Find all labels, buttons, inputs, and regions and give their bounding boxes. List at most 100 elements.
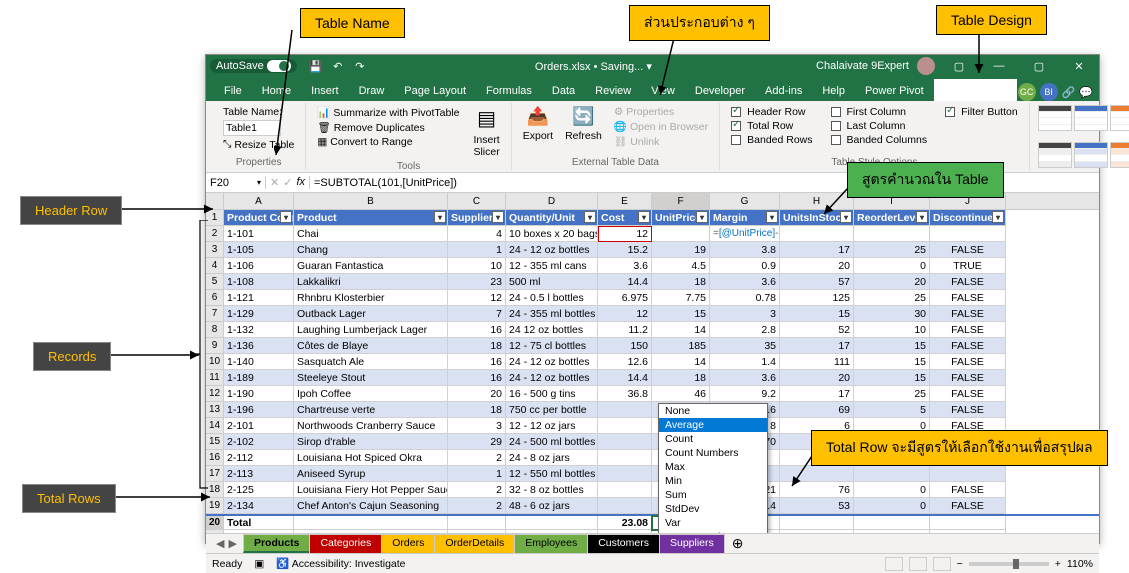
cell[interactable]: 2 [448, 498, 506, 514]
cell[interactable]: FALSE [930, 338, 1006, 354]
row-header[interactable]: 5 [206, 274, 224, 290]
cell[interactable]: 4.5 [652, 258, 710, 274]
cell[interactable]: 1-140 [224, 354, 294, 370]
table-header-cell[interactable]: Quantity/Unit▾ [506, 210, 598, 226]
cell[interactable] [506, 530, 598, 533]
cell[interactable]: FALSE [930, 402, 1006, 418]
chk-last-column[interactable]: Last Column [828, 119, 931, 133]
redo-icon[interactable]: ↷ [352, 58, 368, 74]
cell[interactable]: 20 [854, 274, 930, 290]
cell[interactable]: 3 [710, 306, 780, 322]
row-header[interactable]: 13 [206, 402, 224, 418]
tab-help[interactable]: Help [812, 81, 855, 101]
cell[interactable]: 14 [652, 354, 710, 370]
cell[interactable]: 18 [448, 338, 506, 354]
cell[interactable]: FALSE [930, 386, 1006, 402]
row-header[interactable]: 14 [206, 418, 224, 434]
aggregate-option[interactable]: Sum [659, 488, 767, 502]
row-header[interactable]: 6 [206, 290, 224, 306]
cell[interactable]: Northwoods Cranberry Sauce [294, 418, 448, 434]
aggregate-option[interactable]: Max [659, 460, 767, 474]
autosave-toggle[interactable]: AutoSave [210, 59, 297, 73]
cell[interactable]: 1-196 [224, 402, 294, 418]
cell[interactable]: FALSE [930, 354, 1006, 370]
aggregate-option[interactable]: Count Numbers [659, 446, 767, 460]
filter-icon[interactable]: ▾ [916, 211, 928, 223]
tab-page-layout[interactable]: Page Layout [394, 81, 476, 101]
cell[interactable]: Steeleye Stout [294, 370, 448, 386]
cell[interactable] [854, 516, 930, 530]
cell[interactable]: 1-136 [224, 338, 294, 354]
cell[interactable]: 25 [854, 242, 930, 258]
cell[interactable]: 36.8 [598, 386, 652, 402]
enter-formula-icon[interactable]: ✓ [283, 176, 292, 189]
cell[interactable] [598, 418, 652, 434]
cell[interactable]: FALSE [930, 290, 1006, 306]
table-header-cell[interactable]: SupplierID▾ [448, 210, 506, 226]
cell[interactable]: Lakkalikri [294, 274, 448, 290]
cell[interactable]: 6.975 [598, 290, 652, 306]
tab-draw[interactable]: Draw [349, 81, 395, 101]
filter-icon[interactable]: ▾ [766, 211, 778, 223]
row-header[interactable]: 9 [206, 338, 224, 354]
cell[interactable]: Louisiana Fiery Hot Pepper Sauce [294, 482, 448, 498]
cell[interactable]: FALSE [930, 306, 1006, 322]
cell[interactable]: 0 [854, 498, 930, 514]
cell[interactable]: 57 [780, 274, 854, 290]
cell[interactable]: 19 [652, 242, 710, 258]
cell[interactable]: Rhnbru Klosterbier [294, 290, 448, 306]
zoom-slider[interactable] [969, 562, 1049, 566]
cell[interactable]: 3.6 [598, 258, 652, 274]
cell[interactable]: 1-132 [224, 322, 294, 338]
tab-view[interactable]: View [641, 81, 685, 101]
filter-icon[interactable]: ▾ [992, 211, 1004, 223]
cell[interactable]: Chartreuse verte [294, 402, 448, 418]
name-box[interactable]: F20▾ [206, 177, 266, 189]
table-style-gallery-row2[interactable] [1038, 142, 1129, 168]
cell[interactable]: 18 [652, 274, 710, 290]
cell[interactable]: 12 [598, 306, 652, 322]
ribbon-display-icon[interactable]: ▢ [943, 55, 975, 77]
cell[interactable]: 9.2 [710, 386, 780, 402]
filter-icon[interactable]: ▾ [638, 211, 650, 223]
sheet-tab[interactable]: OrderDetails [434, 534, 515, 553]
table-name-input[interactable] [223, 120, 281, 136]
cell[interactable] [854, 530, 930, 533]
filter-icon[interactable]: ▾ [584, 211, 596, 223]
cell[interactable]: 46 [652, 386, 710, 402]
cell[interactable] [448, 530, 506, 533]
tab-power-pivot[interactable]: Power Pivot [855, 81, 934, 101]
cell[interactable]: 15 [854, 370, 930, 386]
cell[interactable] [930, 516, 1006, 530]
cell[interactable]: 24 - 12 oz bottles [506, 354, 598, 370]
cell[interactable]: 52 [780, 322, 854, 338]
cell[interactable]: 1-189 [224, 370, 294, 386]
col-header-h[interactable]: H [780, 193, 854, 209]
cell[interactable]: Outback Lager [294, 306, 448, 322]
sheet-tab[interactable]: Orders [381, 534, 435, 553]
cell[interactable]: 14 [652, 322, 710, 338]
share-icon[interactable]: 🔗 [1062, 86, 1076, 99]
cell[interactable]: 1-105 [224, 242, 294, 258]
cell[interactable]: 53 [780, 498, 854, 514]
row-header[interactable]: 17 [206, 466, 224, 482]
cell[interactable]: 48 - 6 oz jars [506, 498, 598, 514]
tab-file[interactable]: File [214, 81, 252, 101]
cell[interactable]: Chef Anton's Cajun Seasoning [294, 498, 448, 514]
cell[interactable]: 500 ml [506, 274, 598, 290]
cell[interactable]: 24 - 12 oz bottles [506, 370, 598, 386]
cell[interactable]: 20 [780, 258, 854, 274]
zoom-out-icon[interactable]: − [957, 558, 963, 570]
cell[interactable]: 16 [448, 354, 506, 370]
cell[interactable]: 1-101 [224, 226, 294, 242]
cell[interactable] [854, 466, 930, 482]
cell[interactable]: Guaran Fantastica [294, 258, 448, 274]
filter-icon[interactable]: ▾ [434, 211, 446, 223]
cell[interactable]: 16 [448, 370, 506, 386]
cell[interactable]: FALSE [930, 482, 1006, 498]
row-header[interactable]: 4 [206, 258, 224, 274]
table-header-cell[interactable]: UnitsInStock▾ [780, 210, 854, 226]
col-header-a[interactable]: A [224, 193, 294, 209]
cell[interactable]: 1-190 [224, 386, 294, 402]
cell[interactable]: 10 [854, 322, 930, 338]
